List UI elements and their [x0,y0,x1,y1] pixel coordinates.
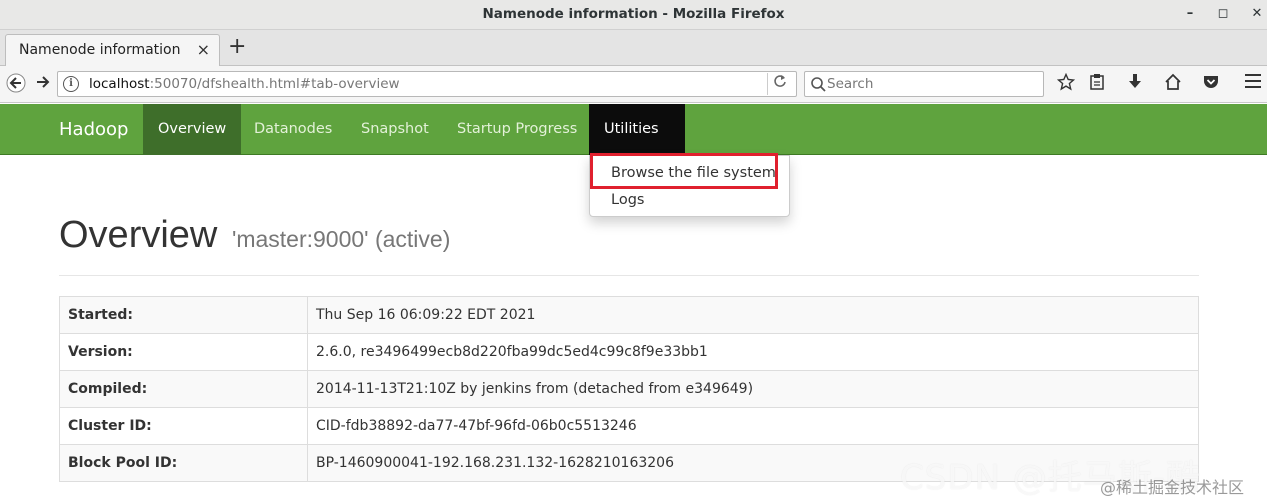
url-bar[interactable]: i localhost:50070/dfshealth.html#tab-ove… [57,71,797,97]
pocket-icon [1204,76,1218,88]
hadoop-navbar: Hadoop Overview Datanodes Snapshot Start… [0,104,1267,182]
forward-arrow-icon [37,76,50,88]
row-value: 2.6.0, re3496499ecb8d220fba99dc5ed4c99c8… [307,333,1199,371]
row-label: Compiled: [59,370,308,408]
divider [59,275,1199,276]
nav-utilities[interactable]: Utilities [589,104,685,182]
row-label: Cluster ID: [59,407,308,445]
table-row: Version: 2.6.0, re3496499ecb8d220fba99dc… [59,333,1199,371]
url-path: :50070/dfshealth.html#tab-overview [149,76,400,92]
nav-datanodes[interactable]: Datanodes [239,104,347,155]
search-input[interactable] [827,74,1037,94]
download-arrow-icon [1129,74,1141,88]
menu-item-logs[interactable]: Logs [611,192,644,208]
nav-utilities-label: Utilities [604,121,659,137]
table-row: Cluster ID: CID-fdb38892-da77-47bf-96fd-… [59,407,1199,445]
back-button[interactable] [5,73,27,95]
nav-overview[interactable]: Overview [143,104,242,155]
maximize-button[interactable]: ◻ [1214,5,1232,23]
menu-button[interactable] [1242,73,1264,95]
home-icon [1165,73,1181,90]
namenode-address: 'master:9000' (active) [231,226,451,252]
url-host: localhost [89,76,150,92]
site-info-icon[interactable]: i [63,76,79,92]
overview-heading: Overview [59,214,218,256]
row-value: CID-fdb38892-da77-47bf-96fd-06b0c5513246 [307,407,1199,445]
hamburger-menu-icon [1245,74,1261,88]
window-titlebar: Namenode information - Mozilla Firefox –… [0,0,1267,30]
bookmark-star-button[interactable] [1055,72,1077,95]
minimize-button[interactable]: – [1181,5,1199,23]
url-text[interactable]: localhost:50070/dfshealth.html#tab-overv… [89,76,400,92]
clipboard-icon [1090,74,1104,90]
pocket-button[interactable] [1200,73,1222,95]
tab-title: Namenode information [19,42,181,58]
back-arrow-icon [6,73,26,93]
star-icon [1056,72,1076,91]
reload-button[interactable] [767,73,791,95]
row-label: Version: [59,333,308,371]
nav-startup-progress[interactable]: Startup Progress [442,104,592,155]
page-title: Overview 'master:9000' (active) [59,214,450,257]
row-value: Thu Sep 16 06:09:22 EDT 2021 [307,296,1199,334]
browser-tab[interactable]: Namenode information × [5,34,220,67]
tab-strip: Namenode information × [0,30,1267,67]
hadoop-brand[interactable]: Hadoop [59,119,128,140]
window-title: Namenode information - Mozilla Firefox [482,6,785,22]
row-label: Block Pool ID: [59,444,308,482]
reading-list-button[interactable] [1086,73,1108,95]
close-window-button[interactable]: ✕ [1248,5,1266,23]
juejin-watermark: @稀土掘金技术社区 [1100,478,1245,497]
forward-button[interactable] [32,73,54,95]
row-value: 2014-11-13T21:10Z by jenkins from (detac… [307,370,1199,408]
reload-icon [773,75,786,87]
navigation-toolbar: i localhost:50070/dfshealth.html#tab-ove… [0,66,1267,103]
highlight-annotation-box [590,153,778,189]
table-row: Started: Thu Sep 16 06:09:22 EDT 2021 [59,296,1199,334]
downloads-button[interactable] [1124,73,1146,95]
search-icon [811,77,826,92]
table-row: Compiled: 2014-11-13T21:10Z by jenkins f… [59,370,1199,408]
new-tab-button[interactable]: + [228,34,246,59]
row-label: Started: [59,296,308,334]
home-button[interactable] [1162,73,1184,95]
tab-close-icon[interactable]: × [197,40,210,59]
search-bar[interactable] [804,71,1044,97]
nav-snapshot[interactable]: Snapshot [346,104,444,155]
